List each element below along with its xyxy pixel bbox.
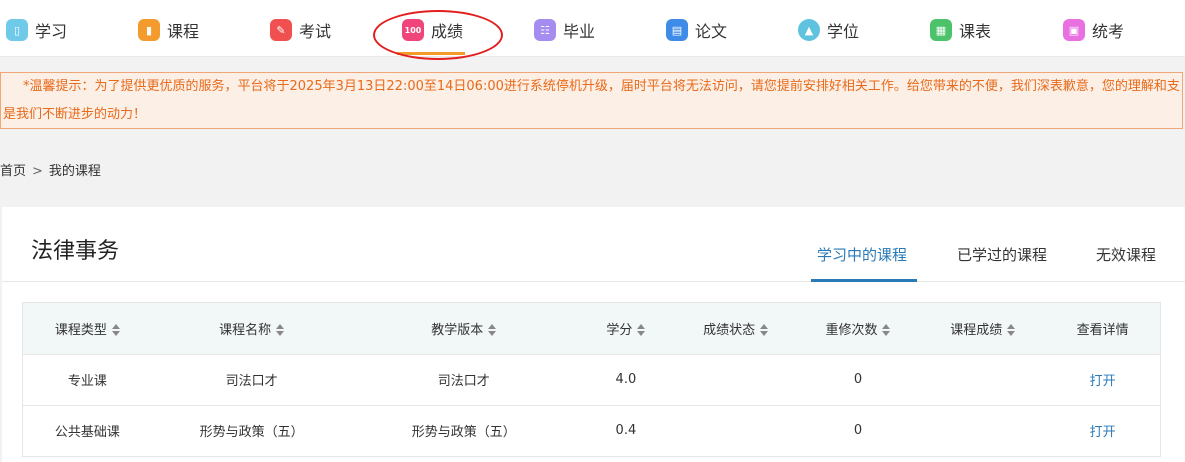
header-label: 成绩状态 — [703, 322, 756, 338]
unified-exam-icon: ▣ — [1063, 19, 1085, 41]
exam-icon: ✎ — [270, 19, 292, 41]
breadcrumb-separator: > — [32, 164, 43, 179]
nav-item-label: 学习 — [35, 22, 68, 41]
header-version[interactable]: 教学版本 — [351, 303, 576, 354]
active-tab-indicator — [811, 279, 917, 282]
score-icon: 100 — [402, 19, 424, 41]
cell-name: 司法口才 — [225, 374, 278, 389]
cell-status — [676, 405, 796, 456]
cell-score — [920, 354, 1045, 405]
degree-icon: ▲ — [798, 19, 820, 41]
tab-studying[interactable]: 学习中的课程 — [817, 244, 907, 265]
header-course-name[interactable]: 课程名称 — [152, 303, 352, 354]
cell-version: 形势与政策（五） — [411, 425, 516, 441]
cell-version: 司法口才 — [437, 374, 490, 389]
table-row: 公共基础课 形势与政策（五） 形势与政策（五） 0.4 0 打开 — [23, 405, 1160, 456]
maintenance-notice: *温馨提示：为了提供更优质的服务，平台将于2025年3月13日22:00至14日… — [0, 72, 1183, 129]
nav-item-thesis[interactable]: ▤ 论文 — [666, 16, 727, 44]
sort-icon[interactable] — [111, 324, 120, 337]
cell-name: 形势与政策（五） — [199, 425, 304, 441]
tab-invalid[interactable]: 无效课程 — [1096, 244, 1156, 265]
header-score-status[interactable]: 成绩状态 — [676, 303, 796, 354]
nav-item-label: 学位 — [827, 22, 860, 41]
header-label: 教学版本 — [431, 322, 484, 338]
notice-line-1: *温馨提示：为了提供更优质的服务，平台将于2025年3月13日22:00至14日… — [23, 79, 1180, 94]
nav-item-unified-exam[interactable]: ▣ 统考 — [1063, 16, 1124, 44]
header-label: 查看详情 — [1076, 322, 1129, 338]
sort-icon[interactable] — [637, 324, 646, 337]
header-detail: 查看详情 — [1045, 303, 1160, 354]
course-table: 课程类型 课程名称 教学版本 学分 成绩状态 重修次数 课程成绩 查看详情 专业… — [22, 302, 1161, 457]
header-label: 重修次数 — [825, 322, 878, 338]
header-course-type[interactable]: 课程类型 — [23, 303, 152, 354]
breadcrumb-current: 我的课程 — [48, 164, 101, 179]
open-detail-link[interactable]: 打开 — [1090, 425, 1116, 440]
cell-retakes: 0 — [853, 423, 863, 439]
header-label: 课程成绩 — [950, 322, 1003, 338]
top-nav: ▯ 学习 ▮ 课程 ✎ 考试 100 成绩 ☷ 毕业 ▤ 论文 ▲ 学位 ▦ 课… — [0, 0, 1185, 60]
nav-item-label: 论文 — [695, 22, 728, 41]
header-label: 课程名称 — [219, 322, 272, 338]
page-title: 法律事务 — [31, 239, 120, 264]
sort-icon[interactable] — [760, 324, 769, 337]
table-header-row: 课程类型 课程名称 教学版本 学分 成绩状态 重修次数 课程成绩 查看详情 — [23, 303, 1160, 354]
thesis-icon: ▤ — [666, 19, 688, 41]
nav-item-label: 考试 — [299, 22, 332, 41]
nav-item-degree[interactable]: ▲ 学位 — [798, 16, 859, 44]
graduation-icon: ☷ — [534, 19, 556, 41]
cell-status — [676, 354, 796, 405]
cell-credit: 4.0 — [615, 372, 637, 387]
cell-type: 专业课 — [67, 374, 107, 389]
schedule-icon: ▦ — [930, 19, 952, 41]
nav-item-label: 课表 — [959, 22, 992, 41]
open-detail-link[interactable]: 打开 — [1090, 374, 1116, 389]
study-icon: ▯ — [6, 19, 28, 41]
table-row: 专业课 司法口才 司法口才 4.0 0 打开 — [23, 354, 1160, 405]
nav-item-label: 毕业 — [563, 22, 596, 41]
breadcrumb: 首页 > 我的课程 — [0, 160, 101, 179]
nav-item-exam[interactable]: ✎ 考试 — [270, 16, 331, 44]
nav-item-schedule[interactable]: ▦ 课表 — [930, 16, 991, 44]
nav-item-course[interactable]: ▮ 课程 — [138, 16, 199, 44]
nav-item-label: 成绩 — [431, 22, 464, 41]
sort-icon[interactable] — [882, 324, 891, 337]
nav-item-label: 统考 — [1092, 22, 1125, 41]
nav-active-indicator — [397, 52, 465, 55]
sort-icon[interactable] — [276, 324, 285, 337]
cell-retakes: 0 — [853, 372, 863, 387]
nav-item-graduation[interactable]: ☷ 毕业 — [534, 16, 595, 44]
notice-line-2: 是我们不断进步的动力！ — [3, 107, 147, 122]
cell-score — [920, 405, 1045, 456]
nav-item-study[interactable]: ▯ 学习 — [6, 16, 67, 44]
course-card: 法律事务 学习中的课程 已学过的课程 无效课程 课程类型 课程名称 教学版本 学… — [2, 207, 1185, 462]
breadcrumb-home[interactable]: 首页 — [0, 164, 26, 179]
cell-credit: 0.4 — [615, 423, 637, 439]
course-icon: ▮ — [138, 19, 160, 41]
tab-studied[interactable]: 已学过的课程 — [957, 244, 1047, 265]
header-course-score[interactable]: 课程成绩 — [920, 303, 1045, 354]
header-credit[interactable]: 学分 — [576, 303, 676, 354]
nav-item-label: 课程 — [167, 22, 200, 41]
header-label: 学分 — [606, 322, 633, 338]
header-label: 课程类型 — [54, 322, 107, 338]
sort-icon[interactable] — [488, 324, 497, 337]
header-retakes[interactable]: 重修次数 — [796, 303, 921, 354]
cell-type: 公共基础课 — [54, 425, 120, 441]
nav-item-score[interactable]: 100 成绩 — [402, 16, 463, 44]
tabs-divider — [2, 281, 1185, 282]
sort-icon[interactable] — [1007, 324, 1016, 337]
